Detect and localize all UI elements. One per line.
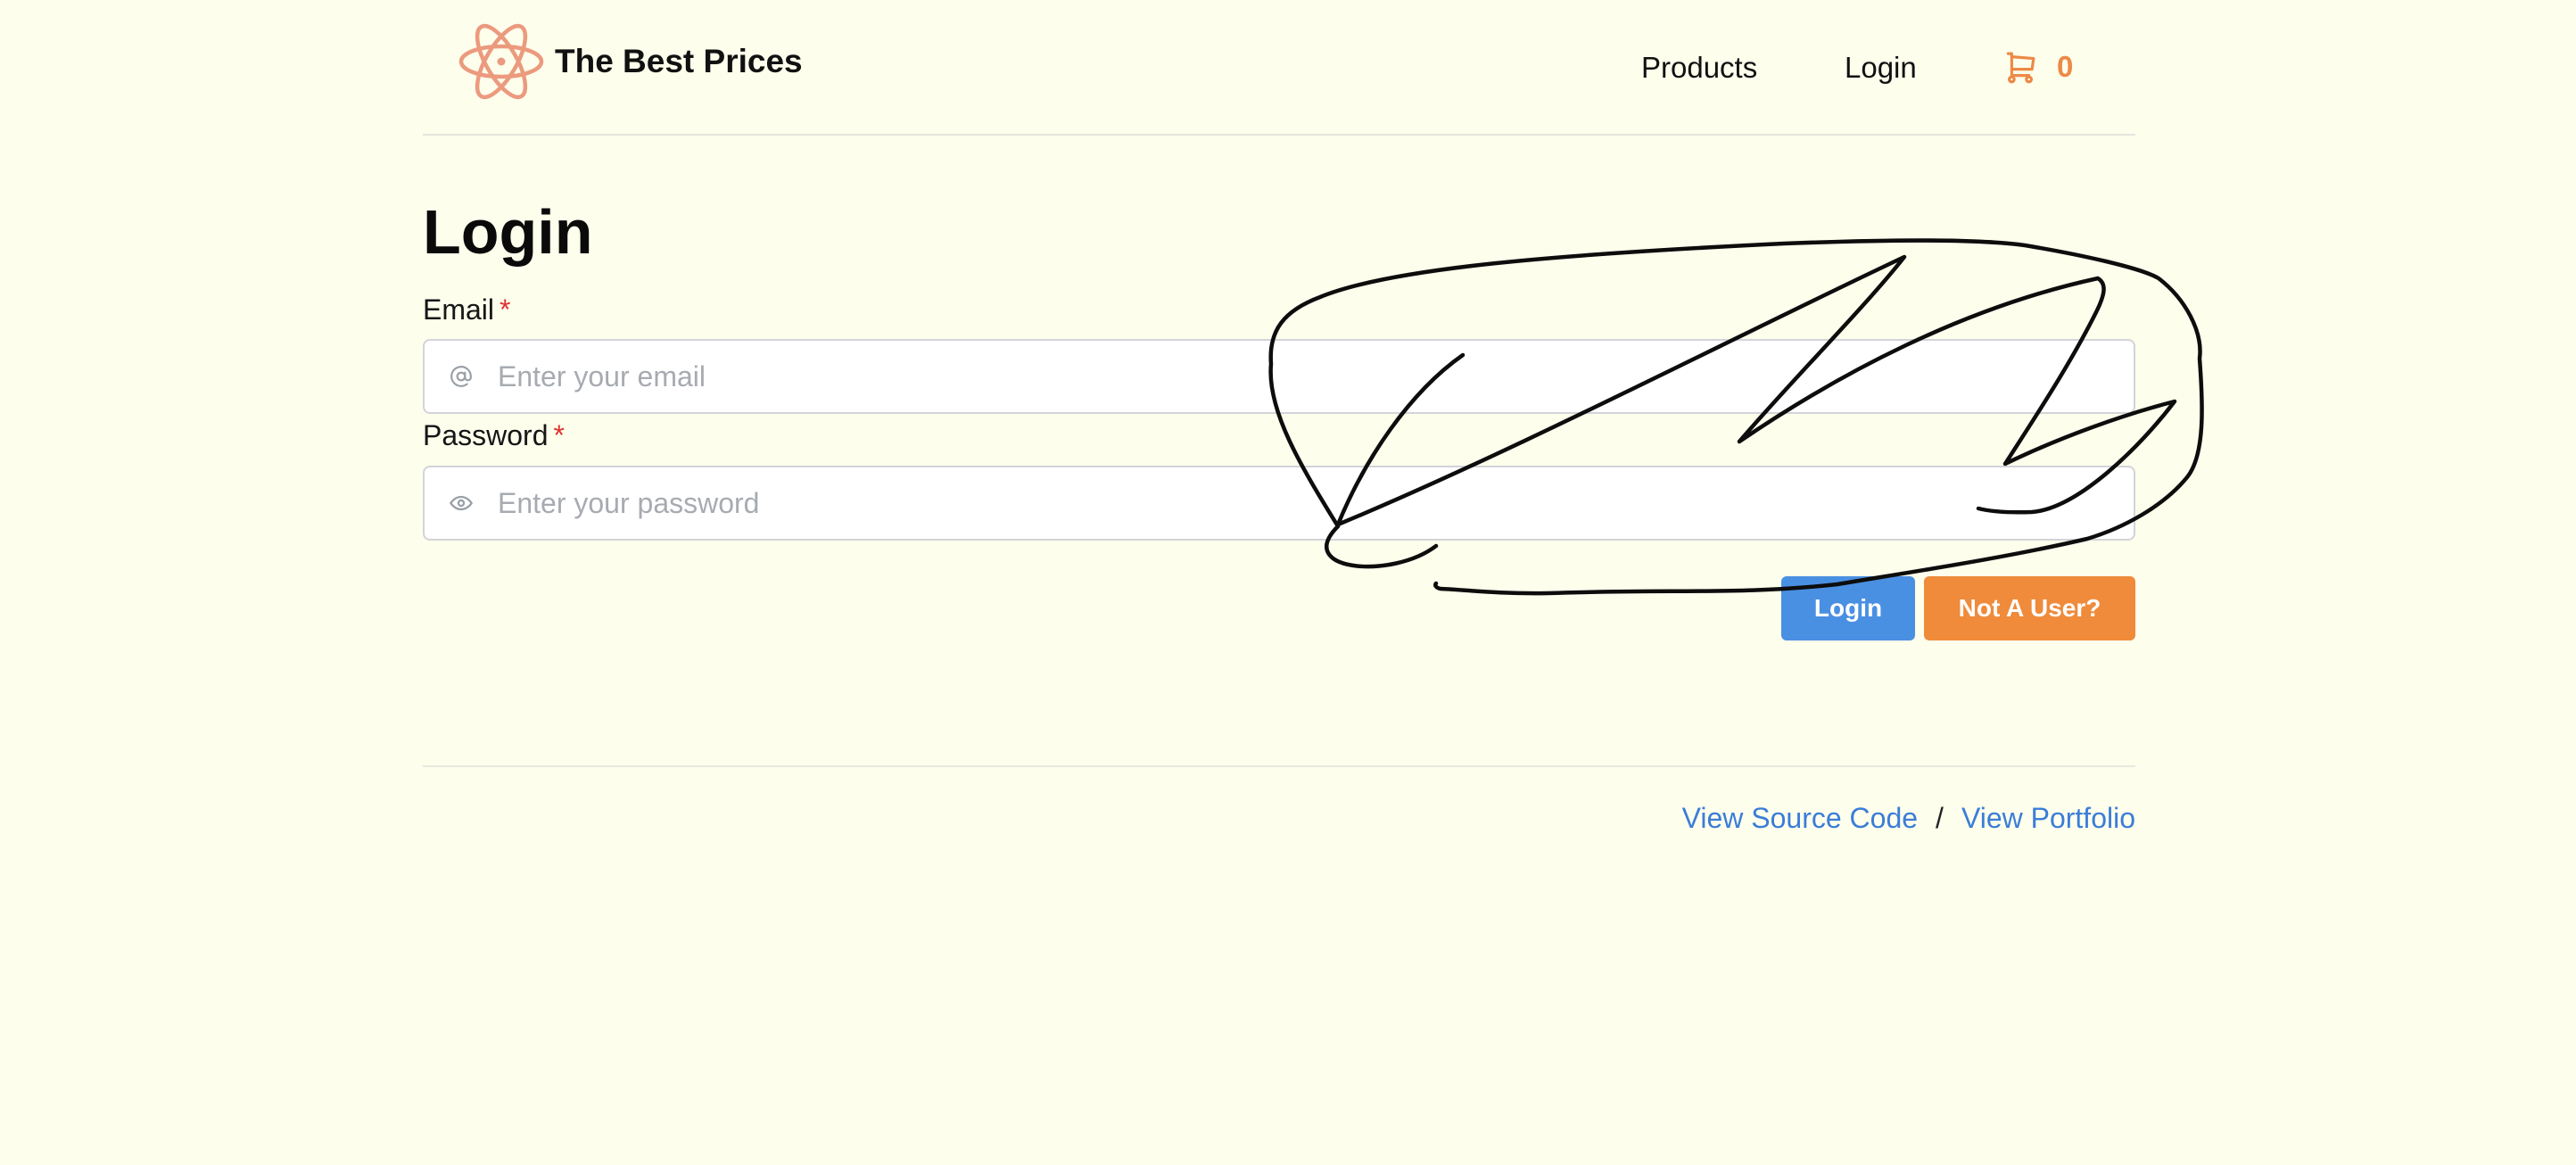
view-source-code-link[interactable]: View Source Code <box>1682 802 1918 834</box>
eye-icon[interactable] <box>425 491 498 516</box>
nav-link-login[interactable]: Login <box>1845 46 1917 89</box>
email-field[interactable] <box>498 341 2134 412</box>
footer-separator: / <box>1936 802 1944 834</box>
at-sign-icon <box>425 365 498 388</box>
cart-button[interactable]: 0 <box>2002 48 2073 86</box>
password-field[interactable] <box>498 467 2134 539</box>
not-a-user-button[interactable]: Not A User? <box>1924 576 2135 640</box>
hand-drawn-scribble <box>1268 238 2204 596</box>
email-label-text: Email <box>423 293 495 326</box>
cart-count-badge: 0 <box>2057 50 2074 83</box>
page: The Best Prices Products Login 0 Login E… <box>0 0 2576 1165</box>
shopping-cart-icon <box>2006 52 2035 84</box>
password-field-wrapper <box>423 466 2135 541</box>
login-button[interactable]: Login <box>1781 576 1915 640</box>
password-label: Password * <box>423 417 565 453</box>
top-navbar: The Best Prices Products Login 0 <box>423 0 2135 136</box>
footer-divider <box>423 765 2135 767</box>
main-nav: Products Login 0 <box>423 46 2135 89</box>
view-portfolio-link[interactable]: View Portfolio <box>1961 802 2135 834</box>
password-label-text: Password <box>423 419 549 451</box>
required-marker: * <box>553 419 565 451</box>
footer-links: View Source Code / View Portfolio <box>1682 797 2135 839</box>
email-label: Email * <box>423 292 510 327</box>
required-marker: * <box>500 293 511 326</box>
nav-link-products[interactable]: Products <box>1641 46 1757 89</box>
email-field-wrapper <box>423 339 2135 414</box>
page-title: Login <box>423 197 593 267</box>
